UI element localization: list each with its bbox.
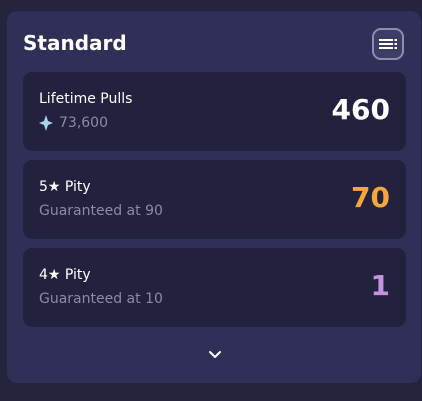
standard-banner-panel: Standard Lifetime Pulls 73,600 460 5★ Pi…: [7, 11, 421, 383]
stat-value: 70: [351, 181, 390, 214]
stat-card-lifetime-pulls: Lifetime Pulls 73,600 460: [23, 72, 406, 151]
stat-card-4star-pity: 4★ Pity Guaranteed at 10 1: [23, 248, 406, 327]
stat-card-5star-pity: 5★ Pity Guaranteed at 90 70: [23, 160, 406, 239]
stat-value: 1: [370, 269, 390, 302]
stat-label: Lifetime Pulls: [39, 91, 133, 107]
stat-sub: 73,600: [39, 114, 108, 132]
stat-label: 4★ Pity: [39, 267, 91, 283]
panel-title: Standard: [23, 31, 127, 55]
stat-sub-text: 73,600: [59, 115, 108, 131]
stat-label: 5★ Pity: [39, 179, 91, 195]
stat-sub: Guaranteed at 10: [39, 290, 163, 308]
menu-button[interactable]: [372, 28, 404, 60]
gem-icon: [39, 115, 53, 131]
stat-value: 460: [331, 93, 390, 126]
stat-sub-text: Guaranteed at 10: [39, 291, 163, 307]
chevron-down-icon[interactable]: [207, 347, 223, 363]
stat-sub-text: Guaranteed at 90: [39, 203, 163, 219]
stat-sub: Guaranteed at 90: [39, 202, 163, 220]
list-icon: [379, 39, 397, 49]
